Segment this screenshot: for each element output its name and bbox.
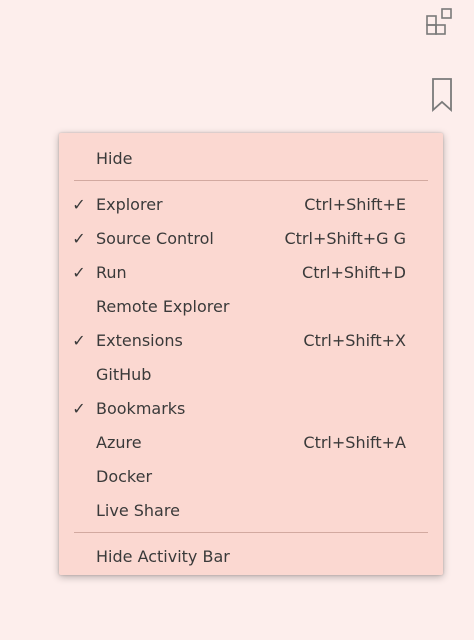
menu-item-shortcut: Ctrl+Shift+D — [302, 262, 406, 282]
menu-item-label: GitHub — [96, 364, 152, 384]
menu-item-shortcut: Ctrl+Shift+E — [304, 194, 406, 214]
menu-item-shortcut: Ctrl+Shift+G G — [284, 228, 406, 248]
menu-item-label: Hide — [96, 148, 133, 168]
workbench: Hide ✓ Explorer Ctrl+Shift+E ✓ Source Contro… — [0, 0, 474, 640]
activity-bar-context-menu: Hide ✓ Explorer Ctrl+Shift+E ✓ Source Contro… — [59, 133, 443, 575]
menu-item-bookmarks[interactable]: ✓ Bookmarks — [59, 391, 443, 425]
menu-item-remote-explorer[interactable]: Remote Explorer — [59, 289, 443, 323]
menu-item-github[interactable]: GitHub — [59, 357, 443, 391]
checkmark-icon: ✓ — [72, 330, 86, 350]
checkmark-icon: ✓ — [72, 228, 86, 248]
checkmark-icon: ✓ — [72, 398, 86, 418]
menu-item-label: Run — [96, 262, 127, 282]
bookmark-icon[interactable] — [425, 78, 459, 113]
extensions-icon[interactable] — [423, 6, 457, 40]
menu-item-label: Hide Activity Bar — [96, 546, 230, 566]
menu-item-label: Bookmarks — [96, 398, 186, 418]
menu-item-live-share[interactable]: Live Share — [59, 493, 443, 527]
menu-item-docker[interactable]: Docker — [59, 459, 443, 493]
checkmark-icon: ✓ — [72, 262, 86, 282]
menu-item-shortcut: Ctrl+Shift+X — [303, 330, 406, 350]
menu-item-label: Explorer — [96, 194, 163, 214]
menu-item-azure[interactable]: Azure Ctrl+Shift+A — [59, 425, 443, 459]
menu-separator — [74, 180, 428, 181]
menu-item-extensions[interactable]: ✓ Extensions Ctrl+Shift+X — [59, 323, 443, 357]
menu-item-label: Azure — [96, 432, 142, 452]
menu-item-label: Remote Explorer — [96, 296, 230, 316]
menu-separator — [74, 532, 428, 533]
menu-item-source-control[interactable]: ✓ Source Control Ctrl+Shift+G G — [59, 221, 443, 255]
menu-item-label: Source Control — [96, 228, 214, 248]
menu-item-hide-activity-bar[interactable]: Hide Activity Bar — [59, 539, 443, 573]
menu-group-hide: Hide — [59, 141, 443, 175]
menu-item-run[interactable]: ✓ Run Ctrl+Shift+D — [59, 255, 443, 289]
menu-item-label: Live Share — [96, 500, 180, 520]
menu-group-views: ✓ Explorer Ctrl+Shift+E ✓ Source Control Ctrl… — [59, 187, 443, 527]
checkmark-icon: ✓ — [72, 194, 86, 214]
menu-item-shortcut: Ctrl+Shift+A — [303, 432, 406, 452]
menu-item-label: Extensions — [96, 330, 183, 350]
menu-item-hide[interactable]: Hide — [59, 141, 443, 175]
menu-item-label: Docker — [96, 466, 153, 486]
menu-item-explorer[interactable]: ✓ Explorer Ctrl+Shift+E — [59, 187, 443, 221]
menu-group-activity-bar: Hide Activity Bar — [59, 539, 443, 573]
